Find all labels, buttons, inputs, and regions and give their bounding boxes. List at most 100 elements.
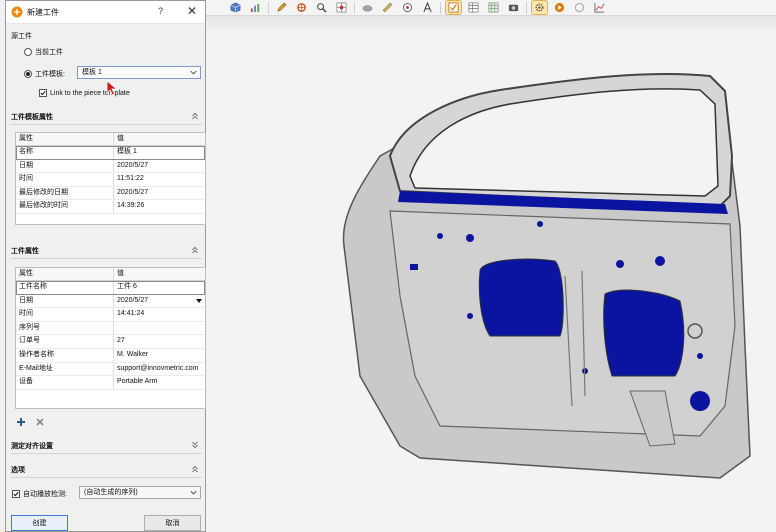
checkbox-icon[interactable] — [445, 0, 462, 15]
text-icon[interactable] — [420, 1, 435, 14]
table-row[interactable]: 序列号 — [16, 321, 205, 336]
play-icon[interactable] — [552, 1, 567, 14]
table-row[interactable]: 订单号 27 — [16, 335, 205, 349]
cube-icon[interactable] — [228, 1, 243, 14]
new-piece-dialog: 新建工件 ? ✕ 源工件 当前工件 工件模板: 模板 1 Link to the… — [5, 0, 206, 532]
radio-current-label: 当前工件 — [35, 49, 63, 56]
row-key: 时间 — [16, 308, 114, 321]
auto-play-checkbox-box[interactable] — [12, 490, 20, 498]
ruler-icon[interactable] — [380, 1, 395, 14]
collapse-up-icon[interactable] — [191, 112, 199, 120]
radio-current-piece[interactable]: 当前工件 — [24, 47, 63, 57]
table-row[interactable]: E-Mail地址 support@innovmetric.com — [16, 362, 205, 377]
row-value[interactable]: 14:41:24 — [114, 308, 205, 321]
row-value[interactable]: M. Walker — [114, 349, 205, 362]
template-props-table[interactable]: 属性 值 名称 模板 1 日期 2020/5/27 时间 11:51:22 最后修改的… — [15, 132, 206, 225]
radio-current-circle[interactable] — [24, 48, 32, 56]
3d-viewport[interactable] — [206, 16, 776, 532]
create-button[interactable]: 创建 — [11, 515, 68, 531]
row-key: 设备 — [16, 376, 114, 389]
chevron-down-icon — [190, 490, 197, 495]
align-section-header[interactable]: 测定对齐设置 — [11, 440, 202, 454]
settings-icon[interactable] — [531, 0, 548, 15]
auto-sequence-combo[interactable]: (自动生成的序列) — [79, 486, 201, 499]
magnify-icon[interactable] — [314, 1, 329, 14]
mouse-cursor-icon — [106, 80, 118, 96]
row-value[interactable] — [114, 322, 205, 335]
source-group-label: 源工件 — [11, 33, 32, 40]
cancel-button[interactable]: 取消 — [144, 515, 201, 531]
radio-template-label: 工件模板: — [35, 71, 65, 78]
toolbar-separator — [440, 1, 441, 14]
options-section-header[interactable]: 选项 — [11, 464, 202, 478]
car-door-model[interactable] — [320, 46, 760, 486]
radio-piece-template[interactable]: 工件模板: — [24, 69, 65, 79]
pen-icon[interactable] — [274, 1, 289, 14]
row-value: 2020/5/27 — [117, 161, 149, 169]
col-value: 值 — [117, 270, 124, 277]
piece-props-table[interactable]: 属性 值 工件名称 工件 6 日期 2020/5/27 时间 14:41:24 序列号… — [15, 267, 206, 409]
row-value: 2020/5/27 — [117, 188, 149, 196]
template-combo-value: 模板 1 — [82, 69, 102, 76]
table-row[interactable]: 最后修改的日期 2020/5/27 — [16, 186, 205, 201]
row-key: 最后修改的时间 — [16, 200, 114, 213]
template-combo[interactable]: 模板 1 — [77, 66, 201, 79]
col-value: 值 — [117, 135, 124, 142]
chart-icon[interactable] — [248, 1, 263, 14]
table-row[interactable]: 操作者名称 M. Walker — [16, 348, 205, 363]
row-key: 序列号 — [16, 321, 114, 335]
table-header: 属性 值 — [16, 133, 205, 146]
auto-play-checkbox[interactable]: 自动播放检测: — [12, 489, 67, 499]
grid-icon[interactable] — [334, 1, 349, 14]
template-props-header[interactable]: 工件模板属性 — [11, 111, 202, 125]
align-section-title: 测定对齐设置 — [11, 443, 53, 450]
table-row[interactable]: 最后修改的时间 14:39:26 — [16, 200, 205, 214]
dropdown-arrow-icon[interactable] — [196, 298, 202, 303]
camera-icon[interactable] — [506, 1, 521, 14]
graph-icon[interactable] — [592, 1, 607, 14]
add-property-button[interactable] — [14, 415, 28, 429]
row-key: 订单号 — [16, 335, 114, 348]
table-row[interactable]: 时间 14:41:24 — [16, 308, 205, 322]
row-key: 日期 — [16, 159, 114, 173]
target-icon[interactable] — [400, 1, 415, 14]
table-row[interactable]: 工件名称 工件 6 — [16, 281, 205, 295]
row-key: E-Mail地址 — [16, 362, 114, 376]
spreadsheet-icon[interactable] — [486, 1, 501, 14]
row-value[interactable]: support@innovmetric.com — [114, 363, 205, 376]
dialog-titlebar: 新建工件 ? ✕ — [6, 1, 205, 24]
row-value: 11:51:22 — [117, 175, 144, 183]
delete-icon — [36, 418, 44, 426]
piece-props-title: 工件属性 — [11, 248, 39, 255]
table-row[interactable]: 设备 Portable Arm — [16, 376, 205, 390]
table-row[interactable]: 时间 11:51:22 — [16, 173, 205, 187]
row-value[interactable]: 工件 6 — [114, 281, 205, 294]
table-row[interactable]: 名称 模板 1 — [16, 146, 205, 160]
toolbar-separator — [526, 1, 527, 14]
row-key: 最后修改的日期 — [16, 186, 114, 200]
row-key: 名称 — [16, 146, 114, 159]
row-key: 日期 — [16, 294, 114, 308]
radio-template-circle[interactable] — [24, 70, 32, 78]
date-cell[interactable]: 2020/5/27 — [114, 295, 205, 308]
options-section-title: 选项 — [11, 467, 25, 474]
table-row[interactable]: 日期 2020/5/27 — [16, 159, 205, 174]
chevron-down-icon — [190, 70, 197, 75]
cloud-icon[interactable] — [360, 1, 375, 14]
help-button[interactable]: ? — [158, 6, 163, 16]
stop-icon[interactable] — [572, 1, 587, 14]
row-key: 时间 — [16, 173, 114, 186]
table-row[interactable]: 日期 2020/5/27 — [16, 294, 205, 309]
remove-property-button[interactable] — [33, 415, 47, 429]
link-checkbox-box[interactable] — [39, 89, 47, 97]
table-icon[interactable] — [466, 1, 481, 14]
row-value[interactable]: 27 — [114, 335, 205, 348]
collapse-up-icon[interactable] — [191, 246, 199, 254]
expand-down-icon[interactable] — [191, 441, 199, 449]
app-toolbar — [206, 0, 776, 16]
piece-props-header[interactable]: 工件属性 — [11, 245, 202, 259]
collapse-up-icon[interactable] — [191, 465, 199, 473]
row-value[interactable]: Portable Arm — [114, 376, 205, 389]
tool-icon[interactable] — [294, 1, 309, 14]
close-button[interactable]: ✕ — [187, 4, 197, 18]
